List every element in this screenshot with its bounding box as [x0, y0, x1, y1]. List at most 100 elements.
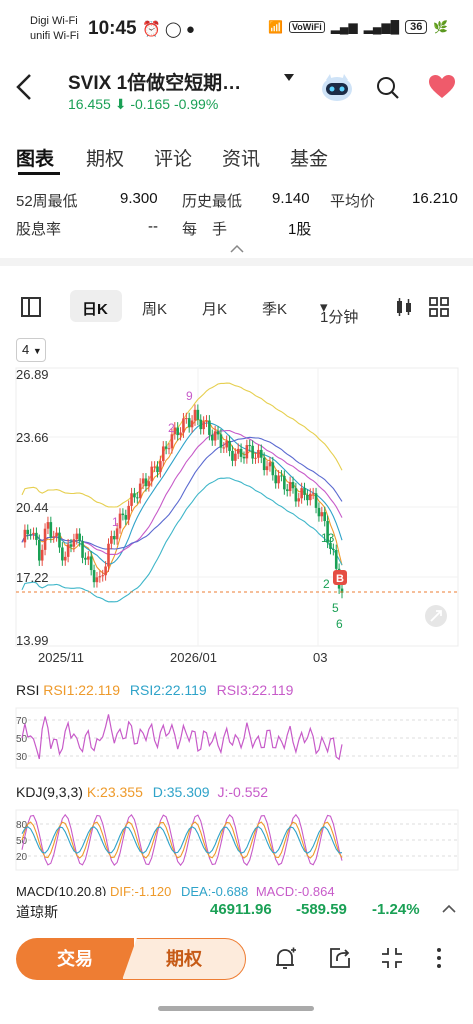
- section-divider: [0, 258, 473, 266]
- favorite-heart-icon[interactable]: [428, 74, 456, 100]
- period-minute[interactable]: 1分钟 ▾: [320, 298, 358, 326]
- carrier-info: Digi Wi-Fi unifi Wi-Fi: [30, 14, 79, 44]
- kdj-chart[interactable]: 80 50 20: [0, 808, 473, 872]
- candle: [231, 450, 234, 461]
- candle: [87, 556, 90, 560]
- candle: [196, 409, 200, 420]
- chart-toolbar: 日K 周K 月K 季K 1分钟 ▾: [0, 290, 473, 326]
- back-icon[interactable]: [14, 72, 34, 108]
- candle: [40, 549, 44, 561]
- index-ticker[interactable]: 道琼斯 46911.96 -589.59 -1.24%: [0, 896, 473, 924]
- candlestick-icon[interactable]: [394, 296, 414, 318]
- trade-button[interactable]: 交易: [16, 938, 134, 980]
- active-tab-underline: [18, 172, 60, 175]
- title-dropdown-icon[interactable]: [284, 74, 294, 81]
- carrier-1: Digi Wi-Fi: [30, 15, 78, 27]
- candle: [46, 522, 50, 529]
- period-week-k[interactable]: 周K: [142, 298, 167, 319]
- ticker-expand-icon[interactable]: [442, 904, 456, 914]
- candle: [182, 418, 185, 433]
- low52-label: 52周最低: [16, 193, 78, 210]
- stock-title[interactable]: SVIX 1倍做空短期…: [68, 68, 241, 95]
- chart-count-value: 4: [22, 342, 30, 357]
- more-options-icon[interactable]: [434, 946, 444, 970]
- alert-bell-icon[interactable]: [272, 946, 298, 972]
- candle: [136, 497, 139, 499]
- candle: [262, 457, 266, 471]
- index-change: -589.59: [296, 901, 347, 918]
- vowifi-badge: VoWiFi: [288, 21, 325, 33]
- clock: 10:45: [88, 18, 137, 39]
- chart-count-select[interactable]: 4 ▼: [16, 338, 46, 362]
- candle: [271, 462, 275, 476]
- index-name: 道琼斯: [16, 904, 58, 920]
- candle: [308, 493, 312, 501]
- chevron-down-icon: ▼: [32, 346, 42, 356]
- collapse-chevron-icon[interactable]: [230, 244, 244, 254]
- tab-news[interactable]: 资讯: [222, 144, 260, 171]
- layout-toggle-icon[interactable]: [20, 296, 42, 318]
- candle: [179, 432, 182, 436]
- wifi-icon: 📶: [268, 20, 283, 34]
- kline-chart[interactable]: 26.89 23.66 20.44 17.22 13.99 2025/11 20…: [0, 360, 473, 666]
- x-label-1: 2025/11: [38, 650, 84, 665]
- candle: [167, 448, 171, 450]
- candle: [55, 532, 58, 537]
- status-bar: Digi Wi-Fi unifi Wi-Fi 10:45 ⏰ ◯ ● 📶 VoW…: [0, 0, 473, 52]
- y-label-top: 26.89: [16, 367, 49, 382]
- period-day-k[interactable]: 日K: [82, 298, 108, 319]
- share-icon[interactable]: [328, 946, 352, 970]
- macd-value: MACD:-0.864: [255, 884, 335, 896]
- whatsapp-icon: ◯: [164, 21, 182, 38]
- candle: [245, 445, 249, 459]
- kdj-legend: KDJ(9,3,3) K:23.355 D:35.309 J:-0.552: [16, 784, 268, 800]
- index-change-pct: -1.24%: [372, 901, 420, 918]
- bottom-action-bar: 交易 期权: [0, 930, 473, 990]
- candle: [164, 446, 168, 449]
- candle: [236, 448, 240, 454]
- price-line: 16.455 ⬇ -0.165 -0.99%: [68, 96, 218, 113]
- period-month-k[interactable]: 月K: [202, 298, 227, 319]
- search-icon[interactable]: [376, 76, 400, 100]
- current-price: 16.455: [68, 96, 111, 112]
- y-label-3: 20.44: [16, 500, 49, 515]
- candle: [285, 489, 289, 492]
- notification-icons: ⏰ ◯ ●: [142, 20, 195, 38]
- candle: [228, 440, 231, 451]
- kdj-level-20: 20: [16, 852, 28, 863]
- candle: [280, 475, 283, 477]
- avg-value: 16.210: [412, 190, 458, 207]
- tab-fund[interactable]: 基金: [290, 144, 328, 171]
- kdj-title: KDJ(9,3,3): [16, 784, 83, 800]
- candle: [84, 557, 87, 560]
- candle: [283, 475, 286, 490]
- rsi-line: [21, 714, 343, 761]
- tab-comments[interactable]: 评论: [154, 144, 192, 171]
- period-quarter-k[interactable]: 季K: [262, 298, 287, 319]
- avg-label: 平均价: [330, 193, 376, 210]
- option-button[interactable]: 期权: [122, 938, 246, 980]
- system-icons: 📶 VoWiFi ▂▄▆ ▂▄▆█ 36 🌿: [268, 20, 448, 34]
- bollinger-upper: [21, 382, 343, 508]
- candle: [320, 512, 324, 517]
- candle: [210, 434, 214, 441]
- tab-options[interactable]: 期权: [86, 144, 124, 171]
- x-label-3: 03: [313, 650, 327, 665]
- candle: [159, 461, 162, 473]
- candle: [254, 457, 257, 459]
- home-indicator[interactable]: [158, 1006, 314, 1011]
- kdj-k-value: K:23.355: [86, 784, 143, 800]
- macd-legend: MACD(10,20,8) DIF:-1.120 DEA:-0.688 MACD…: [16, 884, 335, 896]
- fullscreen-collapse-icon[interactable]: [380, 946, 404, 970]
- tab-chart[interactable]: 图表: [16, 144, 54, 171]
- grid-layout-icon[interactable]: [428, 296, 450, 318]
- candle: [52, 536, 56, 538]
- assistant-robot-icon[interactable]: [318, 72, 356, 104]
- signal-icon-2: ▂▄▆█: [363, 20, 400, 34]
- candle: [248, 445, 252, 447]
- rsi1-value: RSI1:22.119: [43, 682, 121, 698]
- candle: [107, 543, 110, 567]
- candle: [274, 475, 277, 484]
- candle: [110, 536, 113, 544]
- rsi-chart[interactable]: 70 50 30: [0, 706, 473, 770]
